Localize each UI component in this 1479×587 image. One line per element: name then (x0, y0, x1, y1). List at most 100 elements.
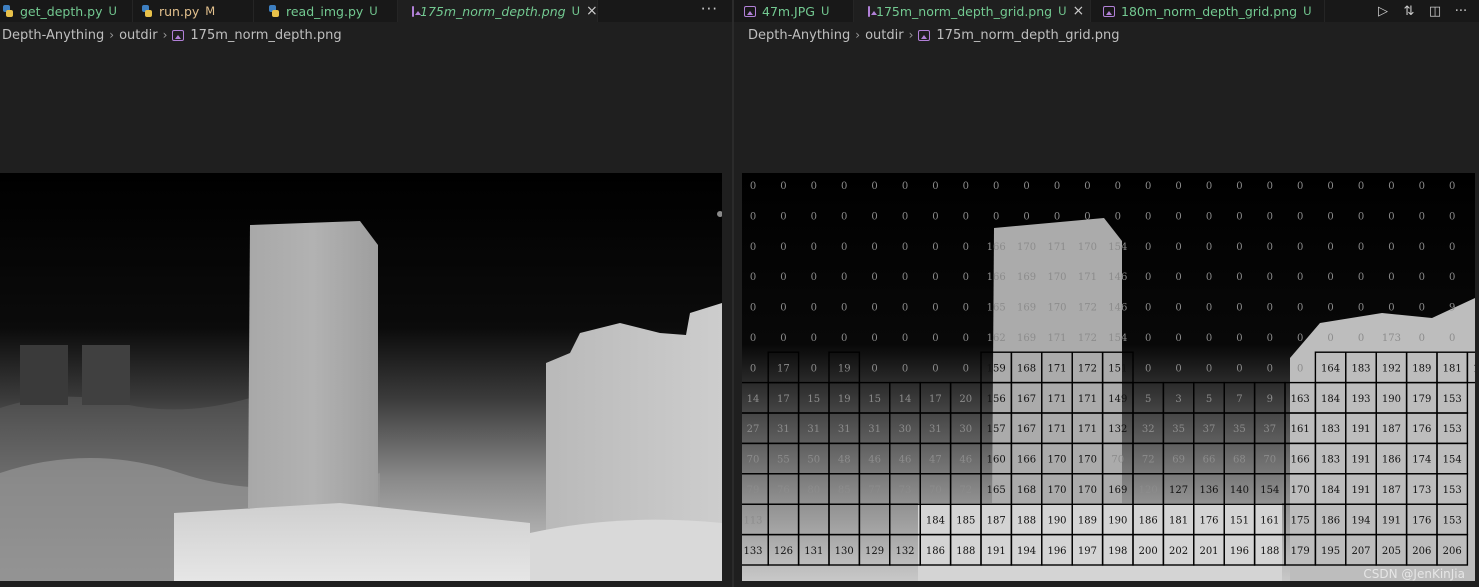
grid-value-label: 77 (868, 485, 881, 496)
grid-value-label: 0 (1388, 303, 1394, 314)
grid-value-label: 191 (1351, 485, 1370, 496)
grid-value-label: 171 (1047, 394, 1066, 405)
grid-value-label: 197 (1078, 546, 1097, 557)
grid-value-label: 17 (777, 363, 790, 374)
breadcrumb-folder[interactable]: Depth-Anything (748, 28, 850, 43)
grid-value-label: 0 (811, 333, 817, 344)
grid-value-label: 0 (963, 211, 969, 222)
grid-value-label: 0 (1175, 363, 1181, 374)
tab-get-depth[interactable]: get_depth.py U (0, 0, 133, 22)
grid-value-label: 181 (1443, 363, 1462, 374)
grid-value-label: 206 (1412, 546, 1431, 557)
grid-value-label: 19 (838, 363, 851, 374)
grid-value-label: 169 (1108, 485, 1127, 496)
grid-value-label: 166 (1291, 455, 1310, 466)
chevron-right-icon: › (109, 28, 115, 42)
tab-run[interactable]: run.py M (133, 0, 254, 22)
python-file-icon (141, 5, 153, 17)
grid-value-label: 70 (1111, 455, 1124, 466)
grid-value-label: 80 (807, 485, 820, 496)
grid-value-label: 37 (1263, 424, 1276, 435)
grid-value-label: 188 (1017, 515, 1036, 526)
grid-value-label: 0 (1023, 181, 1029, 192)
grid-value-label: 31 (807, 424, 820, 435)
grid-value-label: 0 (902, 363, 908, 374)
breadcrumb-folder[interactable]: outdir (865, 28, 904, 43)
image-file-icon (172, 29, 185, 41)
grid-value-label: 198 (1108, 546, 1127, 557)
compare-changes-icon[interactable]: ⇅ (1401, 4, 1417, 19)
grid-value-label: 0 (750, 303, 756, 314)
left-editor-group: get_depth.py U run.py M read_img.py U 17… (0, 0, 732, 587)
grid-value-label: 189 (1412, 363, 1431, 374)
grid-value-label: 0 (1267, 363, 1273, 374)
grid-value-label: 32 (1142, 424, 1155, 435)
grid-value-label: 31 (929, 424, 942, 435)
grid-value-label: 0 (871, 333, 877, 344)
grid-value-label: 201 (1199, 546, 1218, 557)
grid-value-label: 171 (1047, 333, 1066, 344)
grid-value-label: 186 (1321, 515, 1340, 526)
more-actions-icon[interactable]: ··· (1453, 4, 1469, 19)
grid-value-label: 0 (1327, 211, 1333, 222)
grid-value-label: 15 (868, 394, 881, 405)
run-icon[interactable]: ▷ (1375, 4, 1391, 19)
grid-value-label: 170 (1047, 303, 1066, 314)
grid-value-label: 0 (1206, 242, 1212, 253)
grid-value-label: 170 (1047, 485, 1066, 496)
grid-value-label: 0 (902, 211, 908, 222)
grid-value-label: 0 (1327, 242, 1333, 253)
grid-value-label: 191 (1351, 424, 1370, 435)
grid-value-label: 46 (868, 455, 881, 466)
grid-value-label: 0 (811, 181, 817, 192)
grid-value-label: 0 (811, 242, 817, 253)
grid-value-label: 0 (1449, 181, 1455, 192)
grid-value-label: 17 (777, 394, 790, 405)
grid-value-label: 0 (750, 333, 756, 344)
grid-value-label: 190 (1382, 394, 1401, 405)
grid-value-label: 0 (750, 363, 756, 374)
grid-value-label: 0 (1297, 363, 1303, 374)
breadcrumb-folder[interactable]: Depth-Anything (2, 28, 104, 43)
grid-value-label: 9 (1449, 303, 1455, 314)
tab-175m-norm-depth-grid[interactable]: 175m_norm_depth_grid.png U × (854, 0, 1091, 22)
grid-value-label: 30 (959, 424, 972, 435)
grid-value-label: 131 (804, 546, 823, 557)
close-icon[interactable]: × (586, 4, 598, 18)
grid-value-label: 46 (899, 455, 912, 466)
grid-value-label: 72 (959, 485, 972, 496)
grid-value-label: 35 (1233, 424, 1246, 435)
grid-value-label: 70 (929, 485, 942, 496)
grid-value-label: 0 (1145, 363, 1151, 374)
grid-value-label: 151 (1230, 515, 1249, 526)
grid-value-label: 0 (780, 242, 786, 253)
tab-47m[interactable]: 47m.JPG U (734, 0, 854, 22)
close-icon[interactable]: × (1073, 4, 1085, 18)
grid-value-label: 164 (1321, 363, 1340, 374)
tab-175m-norm-depth[interactable]: 175m_norm_depth.png U × (398, 0, 598, 22)
grid-value-label: 0 (1267, 181, 1273, 192)
breadcrumb-file[interactable]: 175m_norm_depth_grid.png (936, 28, 1119, 43)
tab-read-img[interactable]: read_img.py U (254, 0, 398, 22)
grid-value-label: 0 (1023, 211, 1029, 222)
grid-value-label: 170 (1078, 242, 1097, 253)
grid-value-label: 0 (750, 181, 756, 192)
split-editor-icon[interactable]: ◫ (1427, 4, 1443, 19)
breadcrumb: Depth-Anything › outdir › 175m_norm_dept… (2, 26, 342, 44)
tab-180m-norm-depth-grid[interactable]: 180m_norm_depth_grid.png U (1091, 0, 1325, 22)
grid-value-label: 156 (987, 394, 1006, 405)
grid-value-label: 0 (1236, 181, 1242, 192)
grid-value-label: 166 (1017, 455, 1036, 466)
breadcrumb-folder[interactable]: outdir (119, 28, 158, 43)
grid-value-label: 0 (1297, 181, 1303, 192)
grid-value-label: 113 (743, 515, 762, 526)
grid-value-label: 0 (1358, 333, 1364, 344)
grid-value-label: 0 (871, 272, 877, 283)
grid-value-label: 47 (929, 455, 942, 466)
breadcrumb-file[interactable]: 175m_norm_depth.png (190, 28, 341, 43)
grid-value-label: 170 (1078, 485, 1097, 496)
more-actions-icon[interactable]: ··· (701, 0, 718, 22)
grid-value-label: 191 (987, 546, 1006, 557)
grid-value-label: 186 (1139, 515, 1158, 526)
grid-value-label: 129 (865, 546, 884, 557)
